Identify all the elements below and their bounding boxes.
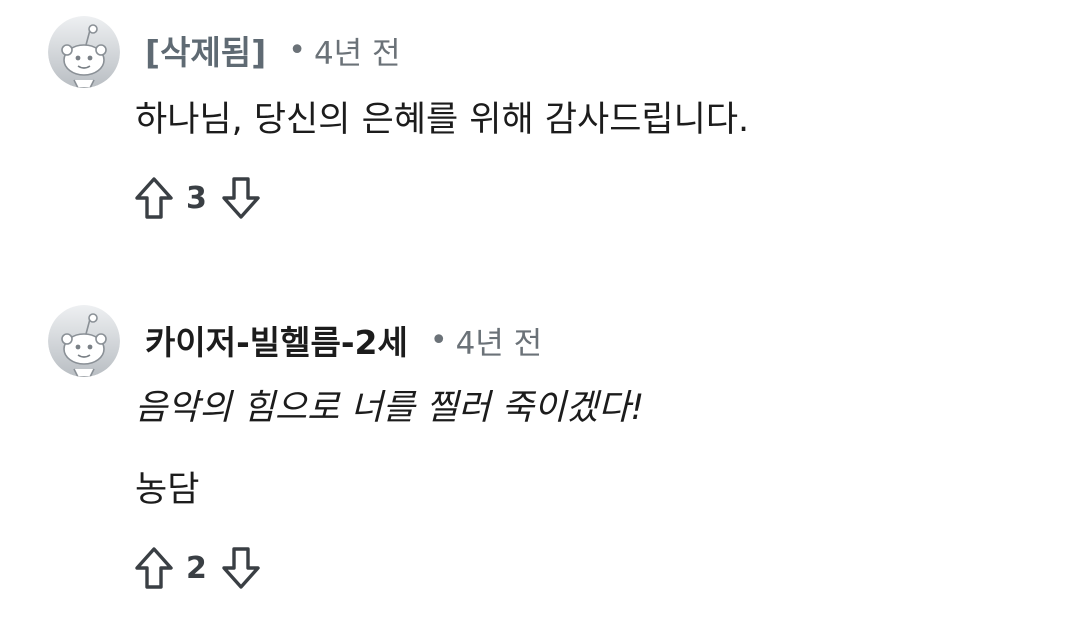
timestamp: 4년 전 xyxy=(455,325,543,362)
separator-dot: • xyxy=(288,32,306,68)
comment-2: 카이저-빌헬름-2세 • 4년 전 음악의 힘으로 너를 찔러 죽이겠다! 농담… xyxy=(0,290,1080,610)
downvote-arrow-icon[interactable] xyxy=(221,546,261,590)
vote-count: 3 xyxy=(186,180,207,216)
comment-body-line-1: 하나님, 당신의 은혜를 위해 감사드립니다. xyxy=(135,100,750,140)
vote-count: 2 xyxy=(186,550,207,586)
avatar[interactable] xyxy=(48,305,120,377)
username[interactable]: [삭제됨] xyxy=(145,26,266,74)
vote-bar: 2 xyxy=(134,544,261,592)
snoo-avatar-icon xyxy=(48,305,120,377)
upvote-arrow-icon[interactable] xyxy=(134,546,174,590)
comment-meta: [삭제됨] • 4년 전 xyxy=(145,30,401,73)
timestamp: 4년 전 xyxy=(313,35,401,72)
comment-1: [삭제됨] • 4년 전 하나님, 당신의 은혜를 위해 감사드립니다. 3 xyxy=(0,0,1080,260)
username[interactable]: 카이저-빌헬름-2세 xyxy=(145,316,408,364)
comment-body-line-1: 음악의 힘으로 너를 찔러 죽이겠다! xyxy=(135,388,645,428)
comment-meta: 카이저-빌헬름-2세 • 4년 전 xyxy=(145,320,543,363)
snoo-avatar-icon xyxy=(48,16,120,88)
avatar[interactable] xyxy=(48,16,120,88)
vote-bar: 3 xyxy=(134,174,261,222)
downvote-arrow-icon[interactable] xyxy=(221,176,261,220)
comment-body-line-2: 농담 xyxy=(135,470,200,510)
upvote-arrow-icon[interactable] xyxy=(134,176,174,220)
separator-dot: • xyxy=(429,322,448,358)
